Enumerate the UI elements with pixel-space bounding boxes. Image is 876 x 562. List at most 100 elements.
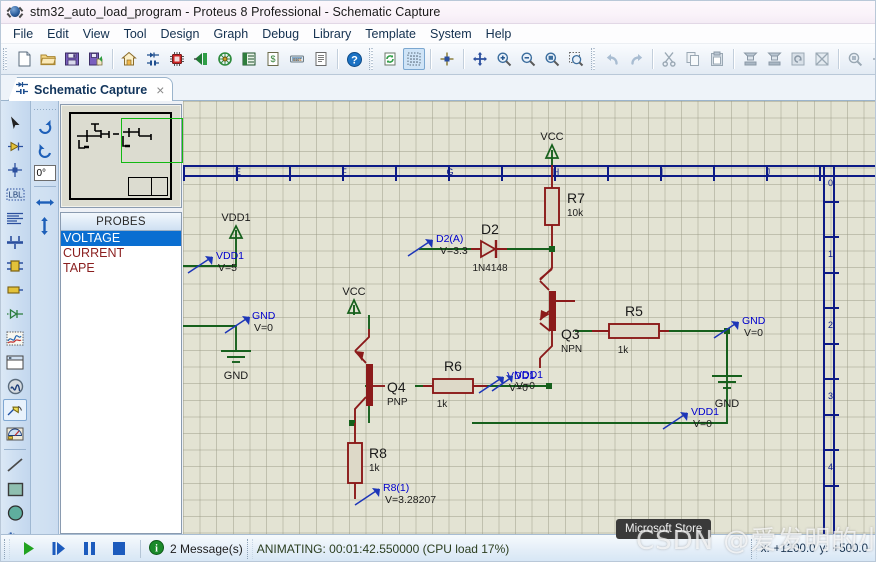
- rotate-anticlockwise-icon[interactable]: [33, 140, 57, 162]
- statusbar-grip-3[interactable]: [750, 538, 757, 559]
- component-r6: R6 1k: [423, 358, 487, 410]
- pause-icon[interactable]: [74, 538, 104, 560]
- probe-item-voltage[interactable]: VOLTAGE: [61, 231, 181, 246]
- tab-label: Schematic Capture: [34, 82, 148, 97]
- undo-icon[interactable]: [601, 48, 623, 70]
- component-ref-q3: Q3: [561, 326, 580, 342]
- ground-symbol-left: [221, 350, 251, 363]
- new-file-icon[interactable]: [13, 48, 35, 70]
- proteus-main-window: stm32_auto_load_program - Proteus 8 Prof…: [0, 0, 876, 562]
- toggle-grid-icon[interactable]: [403, 48, 425, 70]
- bill-of-materials-icon[interactable]: $: [262, 48, 284, 70]
- schematic-canvas[interactable]: E F G H I J 0 1 2 3 4 VDD1 GND VCC VCC R…: [183, 101, 876, 534]
- paste-icon[interactable]: [706, 48, 728, 70]
- wire-label-mode-icon[interactable]: LBL: [3, 183, 27, 205]
- menu-view[interactable]: View: [76, 26, 117, 42]
- close-icon[interactable]: ×: [156, 83, 164, 97]
- virtual-instruments-mode-icon[interactable]: [3, 423, 27, 445]
- schematic-drawing[interactable]: VDD1 GND VCC VCC R7 10k D2 1N4148 Q3 NPN…: [183, 101, 876, 534]
- vsm-studio-icon[interactable]: 0191: [286, 48, 308, 70]
- report-icon[interactable]: [310, 48, 332, 70]
- play-icon[interactable]: [14, 538, 44, 560]
- step-icon[interactable]: [44, 538, 74, 560]
- subcircuit-mode-icon[interactable]: [3, 255, 27, 277]
- home-icon[interactable]: [118, 48, 140, 70]
- probe-value-vdd1-left: V=5: [218, 262, 237, 274]
- circle-tool-icon[interactable]: [3, 502, 27, 524]
- refresh-icon[interactable]: [379, 48, 401, 70]
- statusbar-grip-2[interactable]: [246, 538, 253, 559]
- rotate-clockwise-icon[interactable]: [33, 116, 57, 138]
- design-explorer-icon[interactable]: [238, 48, 260, 70]
- zoom-in-icon[interactable]: [493, 48, 515, 70]
- gerber-viewer-icon[interactable]: [214, 48, 236, 70]
- text-script-mode-icon[interactable]: [3, 207, 27, 229]
- tape-recorder-mode-icon[interactable]: [3, 351, 27, 373]
- cut-icon[interactable]: [658, 48, 680, 70]
- device-pins-mode-icon[interactable]: [3, 303, 27, 325]
- probe-item-tape[interactable]: TAPE: [61, 261, 181, 276]
- help-icon[interactable]: ?: [343, 48, 365, 70]
- component-mode-icon[interactable]: [3, 135, 27, 157]
- block-copy-icon[interactable]: [739, 48, 761, 70]
- pcb-layout-icon[interactable]: [166, 48, 188, 70]
- selection-mode-icon[interactable]: [3, 111, 27, 133]
- redo-icon[interactable]: [625, 48, 647, 70]
- component-ref-r5: R5: [625, 303, 643, 319]
- probe-label-gnd-left: GND: [252, 310, 276, 322]
- block-rotate-icon[interactable]: [787, 48, 809, 70]
- messages-indicator[interactable]: i 2 Message(s): [147, 539, 243, 558]
- save-file-icon[interactable]: [61, 48, 83, 70]
- schematic-overview-panel[interactable]: [60, 104, 183, 208]
- toolbar-grip-2[interactable]: [369, 48, 375, 70]
- generator-mode-icon[interactable]: [3, 375, 27, 397]
- menu-tool[interactable]: Tool: [117, 26, 154, 42]
- menu-file[interactable]: File: [6, 26, 40, 42]
- stop-icon[interactable]: [104, 538, 134, 560]
- menu-library[interactable]: Library: [306, 26, 358, 42]
- menu-edit[interactable]: Edit: [40, 26, 76, 42]
- junction-dot-mode-icon[interactable]: [3, 159, 27, 181]
- block-delete-icon[interactable]: [811, 48, 833, 70]
- pan-icon[interactable]: [469, 48, 491, 70]
- probe-value-r8-1: V=3.28207: [385, 494, 436, 506]
- statusbar-grip-1[interactable]: [4, 538, 10, 559]
- menu-template[interactable]: Template: [358, 26, 423, 42]
- make-device-icon[interactable]: [868, 48, 876, 70]
- menu-graph[interactable]: Graph: [206, 26, 255, 42]
- tab-schematic-capture[interactable]: Schematic Capture ×: [8, 77, 174, 101]
- terminals-mode-icon[interactable]: [3, 279, 27, 301]
- graph-mode-icon[interactable]: [3, 327, 27, 349]
- block-move-icon[interactable]: [763, 48, 785, 70]
- mirror-horizontal-icon[interactable]: [33, 191, 57, 213]
- zoom-out-icon[interactable]: [517, 48, 539, 70]
- box-tool-icon[interactable]: [3, 478, 27, 500]
- rotation-angle-input[interactable]: 0°: [33, 165, 56, 181]
- probe-item-current[interactable]: CURRENT: [61, 246, 181, 261]
- menu-system[interactable]: System: [423, 26, 479, 42]
- toolbar-grip-3[interactable]: [591, 48, 597, 70]
- zoom-to-view-icon[interactable]: [541, 48, 563, 70]
- line-tool-icon[interactable]: [3, 454, 27, 476]
- orientation-grip[interactable]: [33, 107, 56, 112]
- toolbar-grip-1[interactable]: [3, 48, 9, 70]
- menu-design[interactable]: Design: [154, 26, 207, 42]
- copy-icon[interactable]: [682, 48, 704, 70]
- save-as-exit-icon[interactable]: [85, 48, 107, 70]
- origin-icon[interactable]: [436, 48, 458, 70]
- menu-debug[interactable]: Debug: [255, 26, 306, 42]
- mirror-vertical-icon[interactable]: [33, 215, 57, 237]
- proteus-spider-icon: [6, 3, 24, 21]
- overview-viewport-rect[interactable]: [121, 118, 183, 163]
- menu-help[interactable]: Help: [479, 26, 519, 42]
- zoom-area-icon[interactable]: [565, 48, 587, 70]
- orientation-separator: [33, 186, 56, 187]
- open-file-icon[interactable]: [37, 48, 59, 70]
- coord-x-value: +1200.0: [773, 542, 816, 555]
- pick-device-icon[interactable]: [844, 48, 866, 70]
- 3d-viewer-icon[interactable]: [190, 48, 212, 70]
- buses-mode-icon[interactable]: [3, 231, 27, 253]
- schematic-capture-icon[interactable]: [142, 48, 164, 70]
- voltage-probe-mode-icon[interactable]: [3, 399, 27, 421]
- component-value-r5: 1k: [618, 345, 630, 356]
